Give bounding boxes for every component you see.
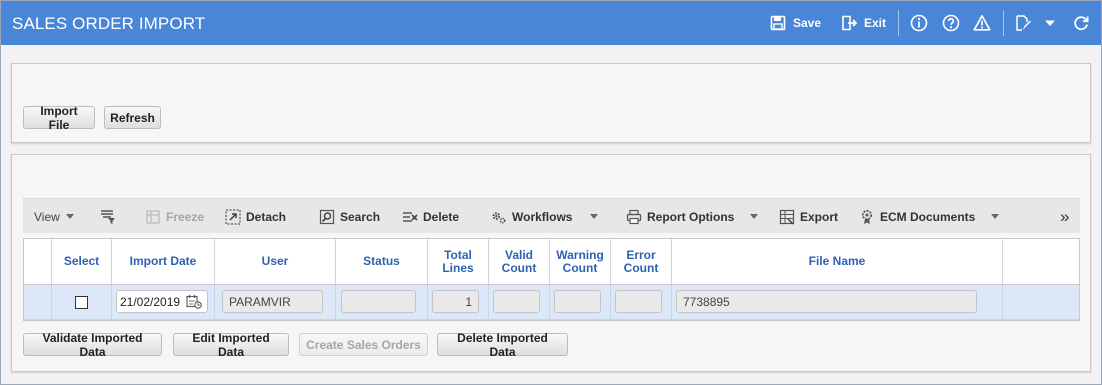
calendar-icon[interactable] <box>186 294 202 309</box>
status-cell <box>336 285 428 320</box>
total-lines-cell: 1 <box>428 285 489 320</box>
select-checkbox[interactable] <box>75 296 88 309</box>
workflows-menu[interactable]: Workflows <box>491 199 599 234</box>
valid-count-field[interactable] <box>493 290 540 313</box>
view-menu[interactable]: View <box>34 199 74 234</box>
refresh-button[interactable]: Refresh <box>104 106 161 129</box>
export-label: Export <box>800 209 839 224</box>
filter-icon <box>100 209 116 225</box>
info-icon[interactable] <box>909 13 929 33</box>
warning-count-field[interactable] <box>554 290 601 313</box>
chevron-down-icon <box>750 214 759 219</box>
row-indicator <box>24 285 52 320</box>
delete-icon <box>402 209 418 225</box>
import-actions-panel: Import File Refresh <box>11 63 1091 143</box>
save-button[interactable]: Save <box>768 1 821 45</box>
import-file-button[interactable]: Import File <box>23 104 95 132</box>
chevron-down-icon[interactable] <box>1040 13 1060 33</box>
save-label: Save <box>793 16 822 30</box>
detach-label: Detach <box>246 209 287 224</box>
printer-icon <box>626 209 642 225</box>
import-date-value: 21/02/2019 <box>120 294 181 309</box>
import-date-cell: 21/02/2019 <box>112 285 215 320</box>
ecm-documents-label: ECM Documents <box>880 209 976 224</box>
column-header-status[interactable]: Status <box>336 239 428 285</box>
title-bar: SALES ORDER IMPORT Save Exit <box>1 1 1101 45</box>
import-date-field[interactable]: 21/02/2019 <box>116 290 208 313</box>
column-header-error-count[interactable]: Error Count <box>611 239 672 285</box>
exit-button[interactable]: Exit <box>839 1 886 45</box>
help-icon[interactable] <box>941 13 961 33</box>
search-icon <box>319 209 335 225</box>
freeze-button[interactable]: Freeze <box>145 199 204 234</box>
file-name-field[interactable]: 7738895 <box>676 290 977 313</box>
column-header-import-date[interactable]: Import Date <box>112 239 215 285</box>
report-options-menu[interactable]: Report Options <box>626 199 759 234</box>
delete-button[interactable]: Delete <box>402 199 459 234</box>
select-cell <box>52 285 112 320</box>
column-header-user[interactable]: User <box>215 239 336 285</box>
more-toolbar-button[interactable]: » <box>1060 199 1069 234</box>
delete-imported-data-button[interactable]: Delete Imported Data <box>437 331 568 359</box>
ecm-documents-menu[interactable]: ECM Documents <box>859 199 1000 234</box>
total-lines-field[interactable]: 1 <box>432 290 479 313</box>
user-cell: PARAMVIR <box>215 285 336 320</box>
column-header-filler <box>1003 239 1079 285</box>
error-count-field[interactable] <box>615 290 662 313</box>
grid-toolbar: View Freeze Detach Search Delete Workflo… <box>23 198 1080 233</box>
row-header-corner <box>24 239 52 285</box>
freeze-label: Freeze <box>166 209 205 224</box>
user-field[interactable]: PARAMVIR <box>222 290 323 313</box>
exit-label: Exit <box>864 16 887 30</box>
chevron-down-icon <box>590 214 599 219</box>
create-sales-orders-button[interactable]: Create Sales Orders <box>299 333 428 356</box>
gear-icon <box>491 209 507 225</box>
freeze-icon <box>145 209 161 225</box>
exit-icon <box>839 13 859 33</box>
page-title: SALES ORDER IMPORT <box>12 14 206 33</box>
validate-imported-data-button[interactable]: Validate Imported Data <box>23 331 162 359</box>
export-button[interactable]: Export <box>779 199 838 234</box>
filter-button[interactable] <box>100 199 121 234</box>
save-icon <box>768 13 788 33</box>
workflows-label: Workflows <box>512 209 573 224</box>
column-header-total-lines[interactable]: Total Lines <box>428 239 489 285</box>
search-button[interactable]: Search <box>319 199 380 234</box>
delete-label: Delete <box>423 209 460 224</box>
valid-count-cell <box>489 285 550 320</box>
column-header-warning-count[interactable]: Warning Count <box>550 239 611 285</box>
report-options-label: Report Options <box>647 209 735 224</box>
filler-cell <box>1003 285 1079 320</box>
ecm-documents-icon <box>859 209 875 225</box>
import-grid: Select Import Date User Status Total Lin… <box>23 238 1080 321</box>
column-header-valid-count[interactable]: Valid Count <box>489 239 550 285</box>
toolbar-divider <box>1003 10 1004 36</box>
sales-order-import-window: SALES ORDER IMPORT Save Exit Import File… <box>0 0 1102 385</box>
warning-count-cell <box>550 285 611 320</box>
file-name-cell: 7738895 <box>672 285 1003 320</box>
toolbar-divider <box>898 10 899 36</box>
export-icon <box>779 209 795 225</box>
status-field[interactable] <box>341 290 416 313</box>
warning-icon[interactable] <box>972 13 992 33</box>
refresh-icon[interactable] <box>1071 13 1091 33</box>
detach-button[interactable]: Detach <box>225 199 286 234</box>
column-header-select[interactable]: Select <box>52 239 112 285</box>
chevron-down-icon <box>65 214 74 219</box>
error-count-cell <box>611 285 672 320</box>
view-label: View <box>34 209 60 224</box>
column-header-file-name[interactable]: File Name <box>672 239 1003 285</box>
search-label: Search <box>340 209 381 224</box>
edit-imported-data-button[interactable]: Edit Imported Data <box>173 331 289 359</box>
chevron-down-icon <box>991 214 1000 219</box>
table-row[interactable]: 21/02/2019 PARAMVIR 1 7738895 <box>24 285 1079 320</box>
detach-icon <box>225 208 241 225</box>
edit-icon[interactable] <box>1013 13 1033 33</box>
